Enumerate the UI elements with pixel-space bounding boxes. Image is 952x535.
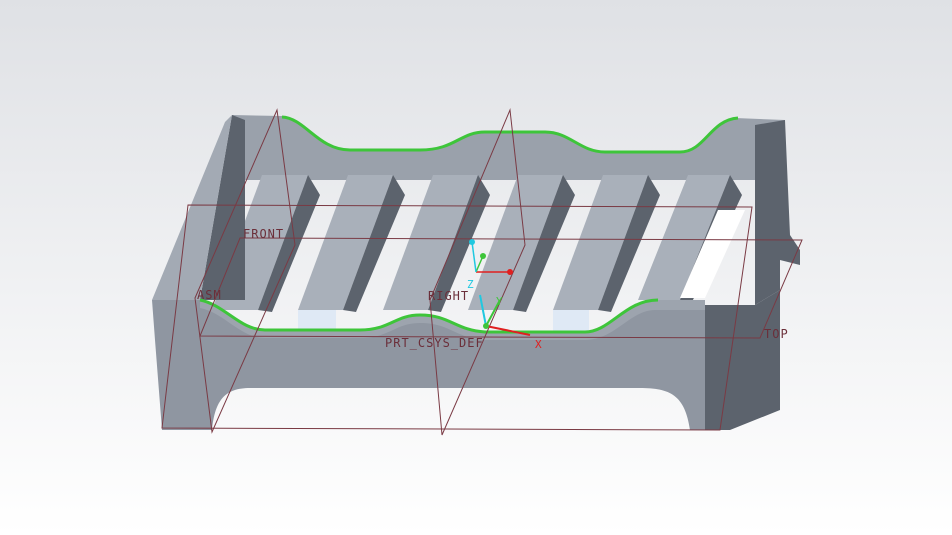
datum-label-side[interactable]: ASM xyxy=(197,289,222,301)
datum-label-front[interactable]: FRONT xyxy=(243,228,284,240)
datum-label-top[interactable]: TOP xyxy=(764,328,789,340)
back-wall xyxy=(232,115,785,180)
right-wall xyxy=(755,120,800,305)
axis-label-y: Y xyxy=(496,295,503,308)
axis-label-x: X xyxy=(535,338,542,351)
model-viewport[interactable]: FRONT ASM RIGHT TOP PRT_CSYS_DEF X Y Z xyxy=(0,0,952,535)
right-wall-end xyxy=(700,290,780,430)
model-graphics xyxy=(152,108,803,436)
csys-label[interactable]: PRT_CSYS_DEF xyxy=(385,337,484,349)
axis-label-z: Z xyxy=(467,278,474,291)
datum-label-right[interactable]: RIGHT xyxy=(428,290,469,302)
